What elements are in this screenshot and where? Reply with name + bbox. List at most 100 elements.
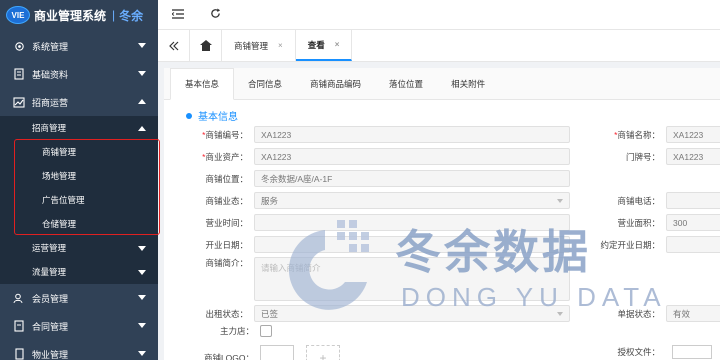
bullet-icon [186,112,192,119]
sidebar-item-investment[interactable]: 招商运营 [0,88,158,116]
users-icon [12,292,26,304]
subtab-position[interactable]: 落位位置 [375,68,437,99]
sidebar: VIE 商业管理系统 | 冬余 系统管理 基础资料 招商运营 招商管理 商铺管理… [0,0,160,360]
home-icon[interactable] [190,30,222,61]
field-shop-code: *商铺编号： XA1223 [164,126,570,143]
brand-title: 商业管理系统 [34,8,107,23]
field-label: 商铺电话： [617,195,660,206]
contract-icon [12,320,26,332]
detail-subtabs: 基本信息 合同信息 商铺商品编码 落位位置 相关附件 [164,68,720,100]
chart-icon [12,96,26,108]
field-asset: *商业资产： XA1223 [164,148,570,165]
subtab-product-code[interactable]: 商铺商品编码 [296,68,375,99]
field-label: 营业时间： [205,217,248,228]
sidebar-item-label: 系统管理 [32,41,69,52]
field-label: 商铺位置： [205,173,248,184]
sidebar-leaf-storage[interactable]: 仓储管理 [0,212,158,236]
sidebar-subitem-label: 运营管理 [32,243,67,253]
sidebar-leaf-ad[interactable]: 广告位管理 [0,188,158,212]
brand-separator: | [112,8,116,22]
subtab-contract[interactable]: 合同信息 [234,68,296,99]
field-label: 开业日期： [205,239,248,250]
field-label: 商铺简介： [205,258,248,268]
chevron-down-icon [138,323,146,328]
double-chevron-left-icon[interactable] [158,30,190,61]
field-label: 约定开业日期： [600,239,660,250]
hours-input[interactable] [254,214,570,231]
field-intro: 商铺简介： 请输入商铺简介 [164,257,570,301]
field-door-no: 门牌号： XA1223 [596,148,720,165]
sidebar-leaf-shop[interactable]: 商铺管理 [0,140,158,164]
area-input[interactable]: 300 [666,214,720,231]
sidebar-subitem-merchant[interactable]: 招商管理 [0,116,158,140]
building-icon [12,348,26,360]
sidebar-item-contracts[interactable]: 合同管理 [0,312,158,340]
chevron-down-icon [138,246,146,251]
intro-textarea[interactable]: 请输入商铺简介 [254,257,570,301]
sidebar-item-property[interactable]: 物业管理 [0,340,158,360]
shop-code-input[interactable]: XA1223 [254,126,570,143]
unit-status-input[interactable]: 有效 [666,305,720,322]
sidebar-leaf-venue[interactable]: 场地管理 [0,164,158,188]
logo-upload-button[interactable]: + [306,345,340,360]
tabs-bar: 商铺管理 × 查看 × [158,30,720,62]
field-label: 商铺业态： [205,195,248,206]
open-date-input[interactable] [254,236,570,253]
field-location: 商铺位置： 冬余数据/A座/A-1F [164,170,570,187]
gear-icon [12,40,26,52]
menu-fold-icon[interactable] [171,8,184,21]
brand-subtitle: 冬余 [119,8,144,23]
asset-input[interactable]: XA1223 [254,148,570,165]
section-title-text: 基本信息 [198,112,238,123]
field-logo: 商铺LOGO： + [164,345,340,360]
sidebar-item-label: 合同管理 [32,321,69,332]
brand-logo: VIE [6,6,30,24]
chevron-down-icon [138,43,146,48]
brand: VIE 商业管理系统 | 冬余 [0,0,158,30]
field-label: 门牌号： [625,151,660,162]
shop-name-input[interactable]: XA1223 [666,126,720,143]
document-icon [12,68,26,80]
field-label: 商铺名称： [617,129,660,140]
field-label: 授权文件： [617,347,660,357]
sidebar-item-system[interactable]: 系统管理 [0,32,158,60]
sidebar-subitem-operation[interactable]: 运营管理 [0,236,158,260]
business-select[interactable]: 服务 [254,192,570,209]
field-label: 商铺LOGO： [203,353,254,360]
door-no-input[interactable]: XA1223 [666,148,720,165]
refresh-icon[interactable] [210,8,221,21]
chevron-down-icon [138,295,146,300]
field-main-store: 主力店： [164,325,272,337]
phone-input[interactable] [666,192,720,209]
subtab-basic[interactable]: 基本信息 [170,68,235,100]
main-store-checkbox[interactable] [260,325,272,337]
logo-preview[interactable] [260,345,294,360]
location-input[interactable]: 冬余数据/A座/A-1F [254,170,570,187]
topbar [158,0,720,30]
close-icon[interactable]: × [278,41,283,50]
tab-view[interactable]: 查看 × [295,30,353,61]
sidebar-item-members[interactable]: 会员管理 [0,284,158,312]
sidebar-item-label: 物业管理 [32,349,69,360]
sidebar-subgroup: 招商管理 商铺管理 场地管理 广告位管理 仓储管理 运营管理 流量管理 [0,116,158,284]
field-unit-status: 单据状态： 有效 [596,305,720,322]
field-area: 营业面积： 300 [596,214,720,231]
field-shop-name: *商铺名称： XA1223 [596,126,720,143]
contract-open-input[interactable] [666,236,720,253]
sidebar-subitem-label: 流量管理 [32,267,67,277]
license-upload[interactable] [672,345,712,359]
chevron-down-icon [138,71,146,76]
chevron-up-icon [138,99,146,104]
field-business: 商铺业态： 服务 [164,192,570,209]
sidebar-subitem-traffic[interactable]: 流量管理 [0,260,158,284]
sidebar-item-basic[interactable]: 基础资料 [0,60,158,88]
field-rent-status: 出租状态： 已签 [164,305,570,322]
field-label: 商业资产： [205,151,248,162]
subtab-attachments[interactable]: 相关附件 [437,68,499,99]
tab-shop-management[interactable]: 商铺管理 × [222,30,296,61]
field-label: 单据状态： [617,308,660,319]
close-icon[interactable]: × [335,40,340,49]
field-label: 商铺编号： [205,129,248,140]
field-hours: 营业时间： [164,214,570,231]
rent-status-select[interactable]: 已签 [254,305,570,322]
